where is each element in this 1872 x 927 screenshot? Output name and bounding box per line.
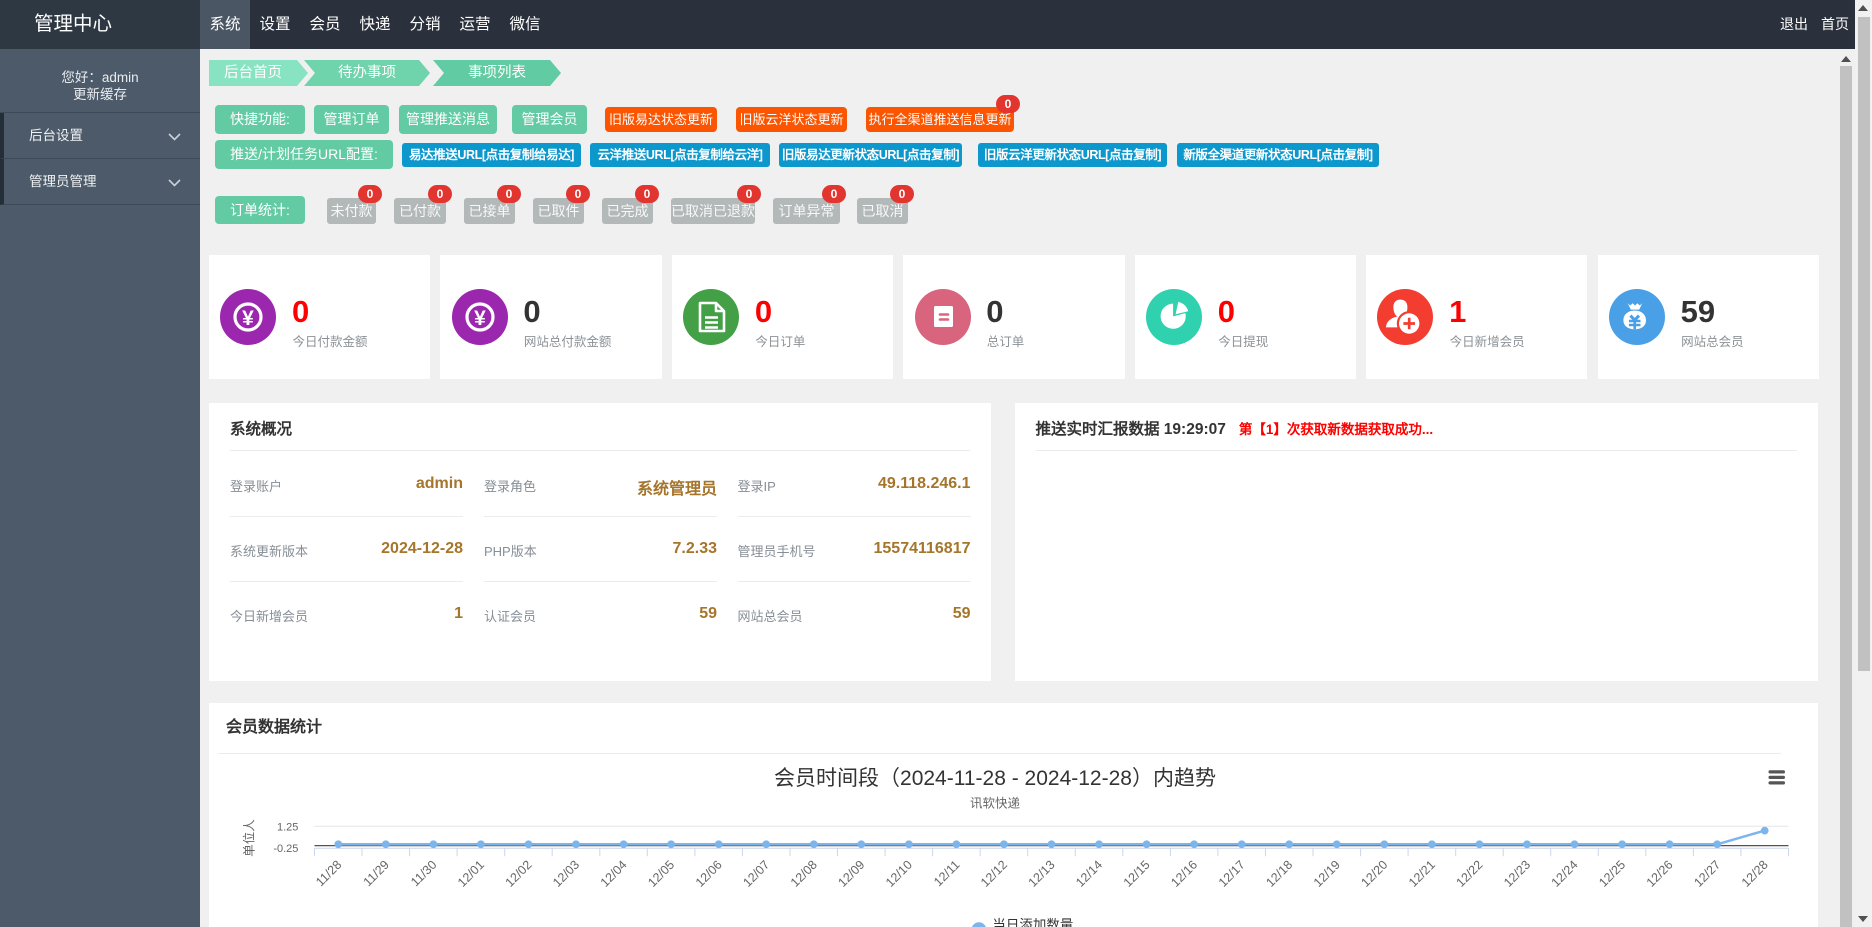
svg-text:12/15: 12/15 bbox=[1121, 858, 1153, 890]
svg-text:12/06: 12/06 bbox=[693, 858, 725, 890]
svg-text:12/22: 12/22 bbox=[1454, 858, 1486, 890]
svg-text:12/01: 12/01 bbox=[455, 858, 487, 890]
svg-text:11/29: 11/29 bbox=[361, 858, 392, 889]
svg-text:12/24: 12/24 bbox=[1549, 858, 1581, 890]
svg-text:1.25: 1.25 bbox=[277, 822, 298, 834]
svg-text:12/08: 12/08 bbox=[788, 858, 820, 890]
svg-text:12/18: 12/18 bbox=[1263, 858, 1295, 890]
svg-text:12/20: 12/20 bbox=[1358, 858, 1390, 890]
svg-text:12/12: 12/12 bbox=[978, 858, 1010, 890]
svg-text:12/11: 12/11 bbox=[931, 858, 962, 889]
svg-text:会员时间段（2024-11-28 - 2024-12-28）: 会员时间段（2024-11-28 - 2024-12-28）内趋势 bbox=[774, 767, 1216, 790]
svg-text:12/05: 12/05 bbox=[645, 858, 677, 890]
svg-text:12/26: 12/26 bbox=[1644, 858, 1676, 890]
svg-text:-0.25: -0.25 bbox=[273, 843, 298, 855]
svg-text:12/13: 12/13 bbox=[1026, 858, 1058, 890]
svg-text:12/02: 12/02 bbox=[503, 858, 535, 890]
svg-text:11/30: 11/30 bbox=[408, 858, 439, 889]
svg-text:12/23: 12/23 bbox=[1501, 858, 1533, 890]
svg-text:12/16: 12/16 bbox=[1168, 858, 1200, 890]
svg-text:¥: ¥ bbox=[243, 307, 255, 330]
svg-text:12/07: 12/07 bbox=[740, 858, 772, 890]
svg-text:12/10: 12/10 bbox=[883, 858, 915, 890]
svg-text:12/17: 12/17 bbox=[1216, 858, 1248, 890]
svg-text:12/28: 12/28 bbox=[1739, 858, 1771, 890]
svg-text:当日添加数量: 当日添加数量 bbox=[992, 917, 1073, 927]
svg-text:12/27: 12/27 bbox=[1691, 858, 1723, 890]
svg-text:12/09: 12/09 bbox=[835, 858, 867, 890]
svg-text:12/14: 12/14 bbox=[1073, 858, 1105, 890]
svg-text:单位人: 单位人 bbox=[242, 819, 257, 857]
svg-text:11/28: 11/28 bbox=[313, 858, 344, 889]
svg-text:12/25: 12/25 bbox=[1596, 858, 1628, 890]
svg-text:¥: ¥ bbox=[474, 307, 486, 330]
svg-text:12/03: 12/03 bbox=[550, 858, 582, 890]
svg-text:12/19: 12/19 bbox=[1311, 858, 1343, 890]
svg-text:12/04: 12/04 bbox=[598, 858, 630, 890]
svg-text:12/21: 12/21 bbox=[1406, 858, 1438, 890]
svg-text:讯软快递: 讯软快递 bbox=[970, 797, 1021, 811]
